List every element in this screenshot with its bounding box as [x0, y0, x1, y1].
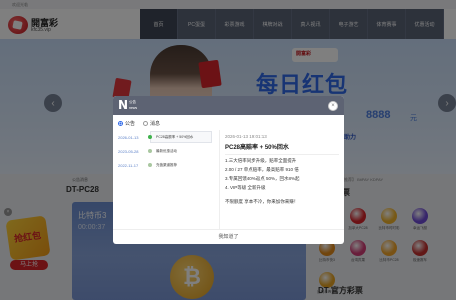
detail-body: 1.三大倍率同步升级，赔率全面提升 2.00 / 27 单点赔率，最高赔率 910… [225, 158, 339, 205]
message-title: 最新优惠活动 [156, 148, 177, 153]
modal-tab-0[interactable]: 公告 [118, 120, 135, 127]
message-date: 2022-11-17 [118, 162, 139, 168]
news-badge-line2: news [129, 106, 138, 110]
message-row[interactable]: 2023-05-28 最新优惠活动 [118, 144, 213, 158]
news-letter: N [118, 98, 129, 112]
message-list: 2026-01-13 PC28高额率 + 50%回水 2023-05-28 最新优惠活… [118, 130, 213, 228]
modal-close-button[interactable]: × [328, 101, 338, 111]
tab-label: 消息 [150, 121, 161, 127]
message-date: 2023-05-28 [118, 148, 139, 154]
modal-tab-1[interactable]: 消息 [143, 120, 160, 127]
detail-line: 3.专属回馈40%返点 50%，回水8%起 [225, 176, 300, 181]
divider [219, 130, 220, 230]
message-title: 充值渠道推荐 [156, 162, 177, 167]
message-row[interactable]: 2026-01-13 PC28高额率 + 50%回水 [118, 130, 213, 144]
modal-header: N 公告 news [113, 96, 344, 115]
tab-label: 公告 [125, 121, 136, 127]
detail-line: 2.00 / 27 单点赔率，最高赔率 910 倍 [225, 167, 299, 172]
status-dot-icon [148, 135, 152, 139]
status-dot-icon [148, 163, 152, 167]
status-dot-icon [148, 149, 152, 153]
news-badge: N 公告 news [118, 98, 140, 113]
acknowledge-button[interactable]: 我知道了 [113, 229, 344, 244]
radio-icon[interactable] [143, 121, 149, 126]
detail-date: 2026-01-13 19:01:13 [225, 134, 267, 139]
message-row[interactable]: 2022-11-17 充值渠道推荐 [118, 158, 213, 172]
detail-title: PC28高赔率 + 50%回水 [225, 142, 339, 155]
detail-line [225, 191, 339, 196]
modal-tabs: 公告 消息 [118, 120, 168, 127]
detail-line: 1.三大倍率同步升级，赔率全面提升 [225, 158, 297, 163]
announcement-modal: N 公告 news × 公告 消息 2026-01-13 PC28高额率 + 50%… [113, 96, 344, 244]
message-title: PC28高额率 + 50%回水 [156, 134, 194, 139]
news-badge-line1: 公告 [129, 100, 136, 104]
detail-line: 不限额度 享本不冷，你来加你来赚！ [225, 199, 299, 204]
close-icon: × [331, 103, 335, 109]
radio-icon[interactable] [118, 121, 123, 126]
message-detail: 2026-01-13 19:01:13 PC28高赔率 + 50%回水 1.三大… [225, 134, 339, 205]
message-date: 2026-01-13 [118, 134, 139, 140]
